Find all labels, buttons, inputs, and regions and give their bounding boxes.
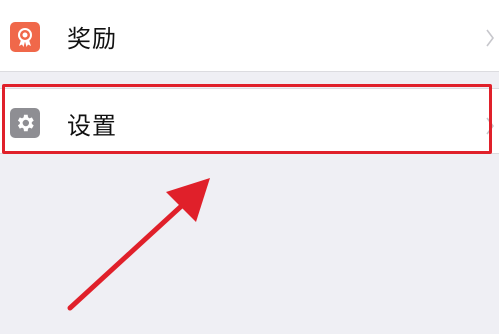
chevron-right-icon — [486, 29, 494, 47]
menu-item-label: 奖励 — [67, 25, 117, 53]
highlight-box — [2, 84, 492, 154]
settings-menu-page: 奖励 设置 — [0, 0, 499, 334]
annotation-arrow — [67, 178, 210, 311]
award-icon — [10, 22, 40, 52]
